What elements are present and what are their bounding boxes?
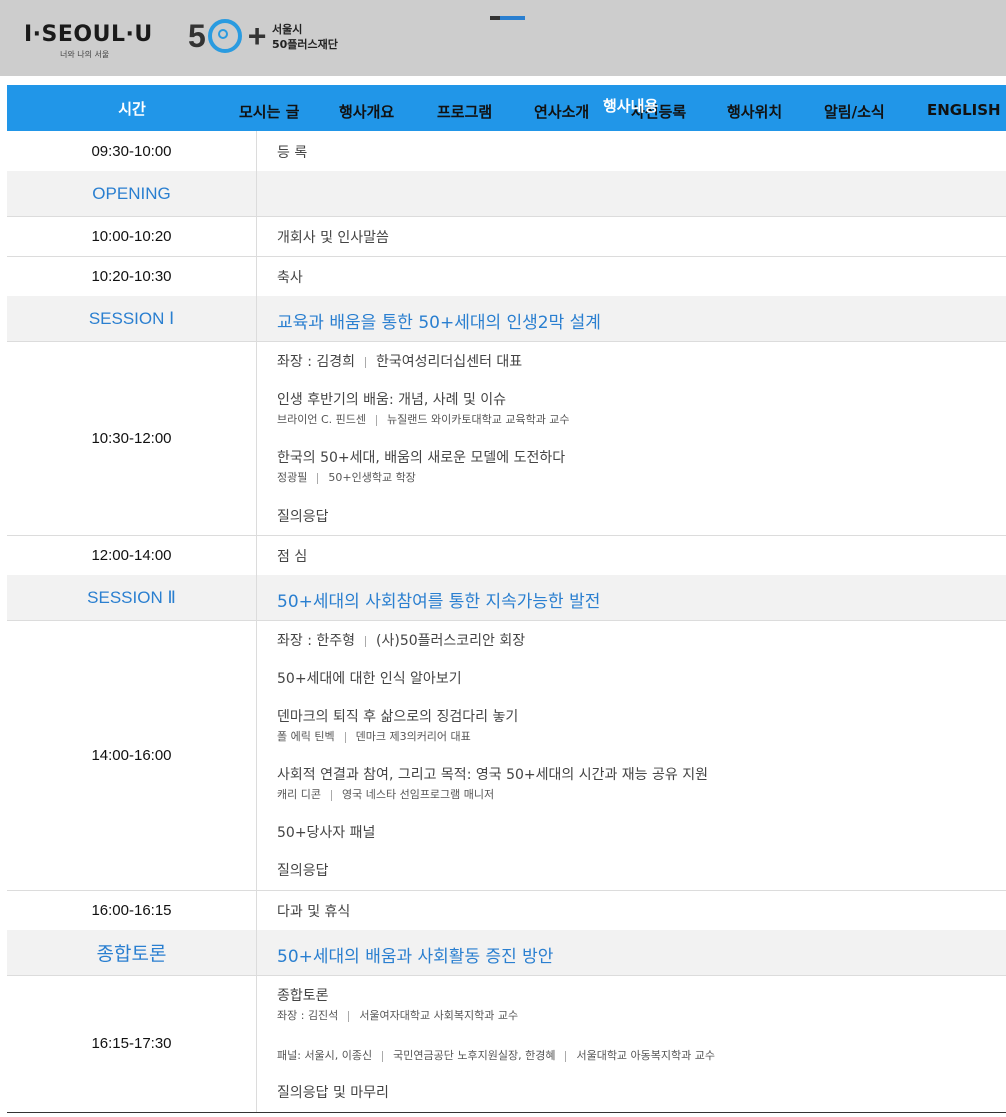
section-label: SESSION Ⅰ — [7, 296, 257, 341]
table-row: OPENING — [7, 171, 1006, 217]
section-label: 종합토론 — [7, 930, 257, 975]
divider — [376, 414, 378, 426]
schedule-time: 09:30-10:00 — [7, 131, 257, 171]
panel-org: 서울대학교 아동복지학과 교수 — [576, 1049, 716, 1062]
fifty-plus-logo-line1: 서울시 — [272, 23, 303, 36]
nav-item-news[interactable]: 알림/소식 — [824, 101, 885, 122]
table-row: 10:00-10:20 개회사 및 인사말씀 — [7, 216, 1006, 257]
talk-title: 종합토론 — [277, 988, 329, 1004]
schedule-time: 16:15-17:30 — [7, 975, 257, 1112]
talk-title: 인생 후반기의 배움: 개념, 사례 및 이슈 — [277, 392, 507, 408]
schedule-title: 다과 및 휴식 — [277, 904, 351, 920]
schedule-title: 축사 — [277, 270, 303, 286]
table-row: SESSION Ⅰ 교육과 배움을 통한 50+세대의 인생2막 설계 — [7, 296, 1006, 342]
chair-name: 좌장 : 한주형 — [277, 633, 356, 649]
panel-label: 패널: 서울시, 이종신 — [277, 1049, 373, 1062]
table-row: 12:00-14:00 점 심 — [7, 535, 1006, 576]
schedule-title: 개회사 및 인사말씀 — [277, 230, 389, 246]
nav-item-overview[interactable]: 행사개요 — [339, 101, 394, 122]
table-row: 16:00-16:15 다과 및 휴식 — [7, 890, 1006, 931]
table-row: 09:30-10:00 등 록 — [7, 131, 1006, 172]
section-label: SESSION Ⅱ — [7, 575, 257, 620]
section-title: 50+세대의 사회참여를 통한 지속가능한 발전 — [277, 592, 601, 612]
schedule-time: 16:00-16:15 — [7, 890, 257, 930]
schedule-time: 10:20-10:30 — [7, 256, 257, 296]
speaker-line: 브라이언 C. 핀드센 뉴질랜드 와이카토대학교 교육학과 교수 — [277, 411, 570, 427]
nav-item-speakers[interactable]: 연사소개 — [534, 101, 589, 122]
schedule-title: 등 록 — [277, 145, 308, 161]
site-header: I·SEOUL·U 너와 나의 서울 5 + 서울시 50플러스재단 — [0, 0, 1006, 76]
table-row: 10:30-12:00 좌장 : 김경희 한국여성리더십센터 대표 인생 후반기의… — [7, 341, 1006, 536]
schedule-time: 10:30-12:00 — [7, 341, 257, 535]
nav-item-invitation[interactable]: 모시는 글 — [239, 101, 299, 122]
speaker-line: 폴 에릭 틴벡 덴마크 제3의커리어 대표 — [277, 728, 471, 744]
main-nav: 시간 모시는 글 행사개요 프로그램 연사소개 사전등록 행사위치 알림/소식 … — [7, 85, 1006, 131]
divider — [330, 789, 332, 801]
divider — [344, 731, 346, 743]
talk-title: 50+세대에 대한 인식 알아보기 — [277, 671, 462, 687]
panel-org: 국민연금공단 노후지원실장, 한경혜 — [393, 1049, 556, 1062]
schedule-time: 10:00-10:20 — [7, 216, 257, 256]
header-divider — [0, 76, 1006, 84]
chair-line: 좌장 : 김진석 서울여자대학교 사회복지학과 교수 — [277, 1007, 518, 1023]
divider — [317, 472, 319, 484]
divider — [382, 1050, 384, 1062]
fifty-plus-logo-line2: 50플러스재단 — [272, 38, 338, 51]
nav-item-location[interactable]: 행사위치 — [727, 101, 782, 122]
chair-name: 좌장 : 김경희 — [277, 354, 356, 370]
nav-item-english[interactable]: ENGLISH — [927, 101, 1001, 119]
table-bottom-border — [7, 1112, 1006, 1113]
speaker-org: 뉴질랜드 와이카토대학교 교육학과 교수 — [387, 413, 570, 426]
section-title: 50+세대의 배움과 사회활동 증진 방안 — [277, 947, 554, 967]
talk-title: 사회적 연결과 참여, 그리고 목적: 영국 50+세대의 시간과 재능 공유 … — [277, 767, 708, 783]
time-column-header: 시간 — [118, 99, 146, 118]
section-title: 교육과 배움을 통한 50+세대의 인생2막 설계 — [277, 313, 601, 333]
divider — [365, 356, 367, 368]
chair-org: 한국여성리더십센터 대표 — [376, 354, 523, 370]
qa-line: 질의응답 — [277, 509, 329, 525]
speaker-org: 50+인생학교 학장 — [328, 471, 416, 484]
schedule-time: 14:00-16:00 — [7, 620, 257, 890]
section-label: OPENING — [7, 171, 257, 216]
chair-name: 좌장 : 김진석 — [277, 1009, 339, 1022]
closing-line: 질의응답 및 마무리 — [277, 1085, 389, 1101]
fifty-plus-logo-number: 5 — [188, 17, 206, 54]
schedule-title: 점 심 — [277, 549, 308, 565]
table-row: SESSION Ⅱ 50+세대의 사회참여를 통한 지속가능한 발전 — [7, 575, 1006, 621]
content-column-header: 행사내용 — [603, 97, 659, 115]
loading-bar — [490, 16, 525, 20]
fifty-plus-logo[interactable]: 5 + — [188, 16, 266, 56]
nav-item-program[interactable]: 프로그램 — [437, 101, 492, 122]
speaker-line: 정광필 50+인생학교 학장 — [277, 469, 416, 485]
seoul-logo-subtitle: 너와 나의 서울 — [60, 50, 110, 59]
chair-line: 좌장 : 김경희 한국여성리더십센터 대표 — [277, 351, 522, 371]
speaker-name: 캐리 디콘 — [277, 788, 321, 801]
divider — [365, 635, 367, 647]
fifty-plus-logo-plus: + — [247, 17, 267, 54]
speaker-name: 폴 에릭 틴벡 — [277, 730, 335, 743]
chair-org: (사)50플러스코리안 회장 — [376, 633, 526, 649]
divider — [348, 1010, 350, 1022]
talk-title: 한국의 50+세대, 배움의 새로운 모델에 도전하다 — [277, 450, 566, 466]
qa-line: 질의응답 — [277, 863, 329, 879]
divider — [565, 1050, 567, 1062]
table-row: 16:15-17:30 종합토론 좌장 : 김진석 서울여자대학교 사회복지학과 … — [7, 975, 1006, 1112]
chair-line: 좌장 : 한주형 (사)50플러스코리안 회장 — [277, 630, 525, 650]
fifty-plus-logo-ring-icon — [207, 19, 242, 53]
speaker-line: 캐리 디콘 영국 네스타 선임프로그램 매니저 — [277, 786, 494, 802]
table-row: 종합토론 50+세대의 배움과 사회활동 증진 방안 — [7, 930, 1006, 976]
table-row: 14:00-16:00 좌장 : 한주형 (사)50플러스코리안 회장 50+세대… — [7, 620, 1006, 891]
fifty-plus-logo-name: 서울시 50플러스재단 — [272, 22, 338, 52]
panel-line: 50+당사자 패널 — [277, 825, 376, 841]
speaker-org: 영국 네스타 선임프로그램 매니저 — [341, 788, 495, 801]
speaker-name: 정광필 — [277, 471, 308, 484]
chair-org: 서울여자대학교 사회복지학과 교수 — [359, 1009, 519, 1022]
talk-title: 덴마크의 퇴직 후 삶으로의 징검다리 놓기 — [277, 709, 519, 725]
speaker-org: 덴마크 제3의커리어 대표 — [355, 730, 471, 743]
speaker-name: 브라이언 C. 핀드센 — [277, 413, 367, 426]
seoul-logo[interactable]: I·SEOUL·U — [24, 22, 153, 47]
schedule-time: 12:00-14:00 — [7, 535, 257, 575]
panel-line: 패널: 서울시, 이종신 국민연금공단 노후지원실장, 한경혜 서울대학교 아동복지… — [277, 1047, 715, 1063]
table-row: 10:20-10:30 축사 — [7, 256, 1006, 297]
